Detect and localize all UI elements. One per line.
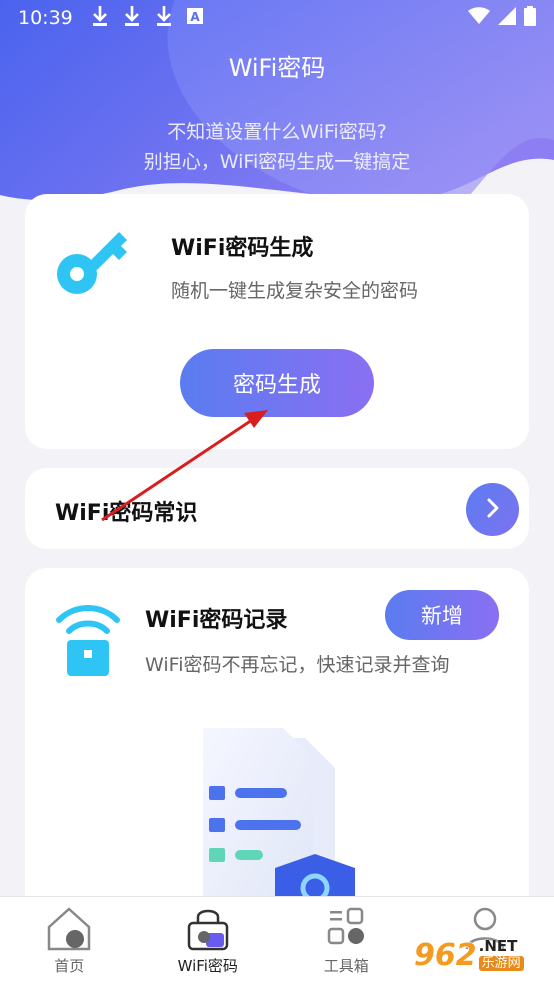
nav-label-toolbox: 工具箱 bbox=[323, 957, 369, 975]
subtitle-line-1: 不知道设置什么WiFi密码? bbox=[167, 121, 387, 143]
nav-item-home[interactable]: 首页 bbox=[0, 897, 139, 984]
download-icon bbox=[123, 5, 141, 31]
add-record-button[interactable]: 新增 bbox=[385, 590, 499, 640]
knowledge-open-button[interactable] bbox=[466, 483, 519, 536]
keyboard-icon: A bbox=[186, 8, 203, 28]
download-icon bbox=[91, 5, 109, 31]
nav-label-home: 首页 bbox=[54, 957, 85, 975]
generate-card-title: WiFi密码生成 bbox=[171, 236, 314, 261]
site-watermark: 962 .NET 乐游网 bbox=[414, 930, 548, 980]
nav-item-wifi-password[interactable]: WiFi密码 bbox=[139, 897, 278, 984]
key-icon bbox=[53, 224, 133, 304]
generate-card-description: 随机一键生成复杂安全的密码 bbox=[171, 280, 419, 302]
page-title: WiFi密码 bbox=[228, 54, 326, 82]
generate-password-button[interactable]: 密码生成 bbox=[180, 349, 374, 417]
status-bar: 10:39 A bbox=[0, 0, 554, 36]
battery-icon bbox=[524, 6, 536, 30]
wifi-lock-icon bbox=[55, 604, 121, 680]
nav-item-toolbox[interactable]: 工具箱 bbox=[277, 897, 416, 984]
watermark-number: 962 bbox=[414, 937, 477, 973]
toolbox-icon bbox=[320, 905, 372, 951]
status-time: 10:39 bbox=[18, 7, 73, 29]
nav-label-wifi-password: WiFi密码 bbox=[177, 957, 238, 975]
watermark-suffix: .NET bbox=[478, 937, 518, 955]
subtitle-line-2: 别担心，WiFi密码生成一键搞定 bbox=[143, 151, 411, 173]
cell-signal-icon bbox=[498, 7, 516, 29]
status-notifications: A bbox=[91, 5, 203, 31]
status-system-icons bbox=[468, 6, 536, 30]
knowledge-card-title: WiFi密码常识 bbox=[55, 501, 198, 526]
password-generate-card: WiFi密码生成 随机一键生成复杂安全的密码 密码生成 bbox=[25, 194, 529, 449]
header-subtitle: 不知道设置什么WiFi密码? 别担心，WiFi密码生成一键搞定 bbox=[0, 117, 554, 177]
download-icon bbox=[155, 5, 173, 31]
records-card-description: WiFi密码不再忘记，快速记录并查询 bbox=[145, 654, 450, 676]
svg-text:A: A bbox=[190, 10, 200, 24]
wifi-signal-icon bbox=[468, 7, 490, 29]
watermark-cn: 乐游网 bbox=[478, 956, 524, 971]
records-card-title: WiFi密码记录 bbox=[145, 608, 288, 633]
wifi-lock-icon bbox=[182, 905, 234, 951]
wifi-knowledge-card[interactable]: WiFi密码常识 bbox=[25, 468, 529, 549]
chevron-right-icon bbox=[486, 497, 500, 523]
password-records-card: WiFi密码记录 WiFi密码不再忘记，快速记录并查询 新增 bbox=[25, 568, 529, 928]
home-icon bbox=[43, 905, 95, 951]
